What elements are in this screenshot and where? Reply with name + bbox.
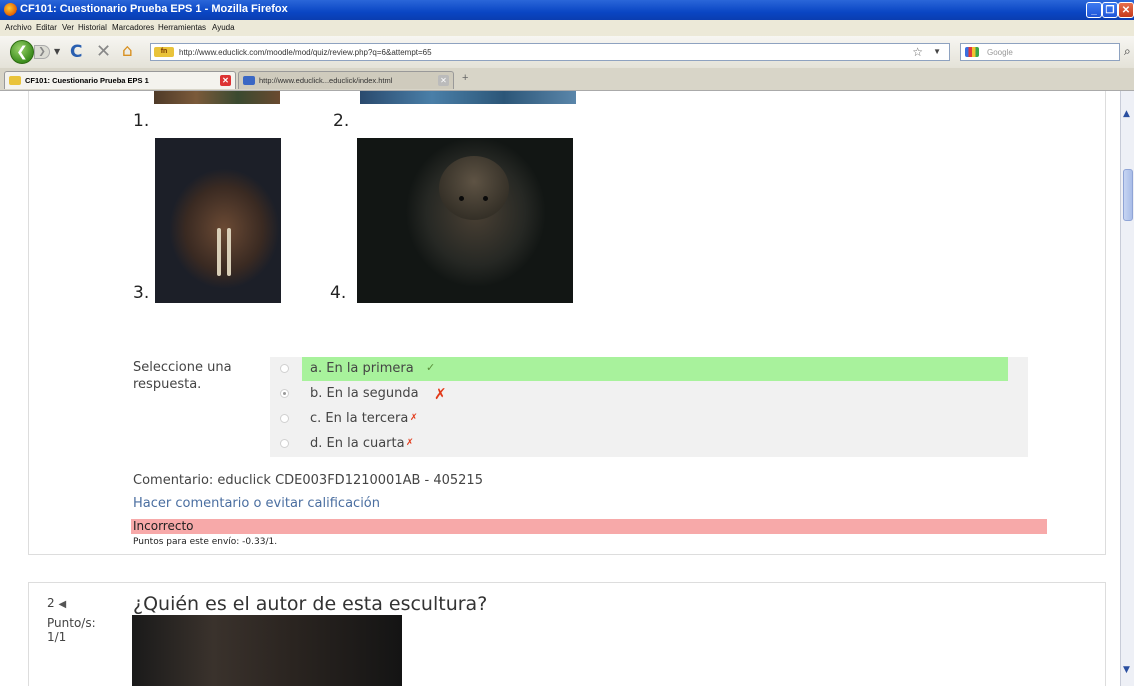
window-titlebar: CF101: Cuestionario Prueba EPS 1 - Mozil…: [0, 0, 1134, 20]
check-icon: ✓: [426, 361, 436, 374]
menu-bar: Archivo Editar Ver Historial Marcadores …: [0, 20, 1134, 36]
menu-editar[interactable]: Editar: [36, 23, 57, 32]
answer-list: a. En la primera ✓ b. En la segunda ✗ c.…: [270, 357, 1028, 457]
bookmark-star-icon[interactable]: ☆: [912, 45, 923, 59]
maximize-button[interactable]: ❐: [1102, 2, 1118, 18]
photo-2: [360, 91, 576, 104]
otter-head: [439, 156, 509, 220]
cross-icon: ✗: [410, 413, 418, 423]
question-number-value: 2: [47, 596, 55, 610]
result-text: Incorrecto: [133, 519, 194, 533]
page-content: 1. 2. 3. 4. Seleccione una respuesta. a.…: [0, 91, 1120, 686]
new-tab-icon[interactable]: +: [462, 72, 468, 84]
points-text: Puntos para este envío: -0.33/1.: [133, 537, 278, 547]
tab-favicon: [9, 76, 21, 85]
question-points: Punto/s: 1/1: [47, 616, 96, 644]
menu-historial[interactable]: Historial: [78, 23, 107, 32]
menu-ayuda[interactable]: Ayuda: [212, 23, 235, 32]
forward-button[interactable]: ❯: [34, 45, 50, 59]
answer-text: c. En la tercera: [310, 411, 409, 426]
tab-quiz[interactable]: CF101: Cuestionario Prueba EPS 1 ✕: [4, 71, 236, 89]
feedback-comment: Comentario: educlick CDE003FD1210001AB -…: [133, 473, 483, 488]
points-value: 1/1: [47, 630, 67, 644]
history-dropdown-icon[interactable]: ▼: [54, 47, 60, 56]
scroll-up-icon[interactable]: ▲: [1123, 109, 1130, 119]
reload-icon[interactable]: C: [70, 42, 82, 62]
url-dropdown-icon[interactable]: ▼: [933, 47, 941, 56]
walrus-tusk: [227, 228, 231, 276]
answer-radio[interactable]: [280, 439, 289, 448]
window-title: CF101: Cuestionario Prueba EPS 1 - Mozil…: [20, 3, 288, 15]
walrus-tusk: [217, 228, 221, 276]
image-number-2: 2.: [333, 111, 350, 131]
menu-ver[interactable]: Ver: [62, 23, 74, 32]
question-text: ¿Quién es el autor de esta escultura?: [133, 593, 488, 615]
answer-option-d[interactable]: d. En la cuarta ✗: [270, 432, 1028, 457]
tab-bar: CF101: Cuestionario Prueba EPS 1 ✕ http:…: [0, 68, 1134, 91]
back-button[interactable]: ❮: [10, 40, 34, 64]
home-icon[interactable]: ⌂: [122, 41, 133, 61]
image-number-4: 4.: [330, 283, 347, 303]
image-number-1: 1.: [133, 111, 150, 131]
answer-option-a[interactable]: a. En la primera ✓: [270, 357, 1028, 382]
tab-close-icon[interactable]: ✕: [220, 75, 231, 86]
otter-photo: [357, 138, 573, 303]
menu-marcadores[interactable]: Marcadores: [112, 23, 154, 32]
question-number: 2 ◀: [47, 596, 66, 610]
vertical-scrollbar[interactable]: ▲ ▼: [1120, 91, 1134, 686]
stop-icon[interactable]: ✕: [96, 41, 111, 62]
tab-educlick[interactable]: http://www.educlick...educlick/index.htm…: [238, 71, 454, 89]
minimize-button[interactable]: _: [1086, 2, 1102, 18]
menu-archivo[interactable]: Archivo: [5, 23, 32, 32]
answer-radio[interactable]: [280, 389, 289, 398]
site-badge: fn: [154, 47, 174, 57]
comment-override-link[interactable]: Hacer comentario o evitar calificación: [133, 496, 380, 511]
otter-eye: [459, 196, 464, 201]
google-engine-icon[interactable]: [965, 47, 979, 57]
url-bar[interactable]: fn http://www.educlick.com/moodle/mod/qu…: [150, 43, 950, 61]
image-number-3: 3.: [133, 283, 150, 303]
answer-radio[interactable]: [280, 414, 289, 423]
answer-radio[interactable]: [280, 364, 289, 373]
result-bar: Incorrecto: [131, 519, 1047, 534]
walrus-photo: [155, 138, 281, 303]
search-placeholder: Google: [987, 48, 1013, 57]
cross-icon: ✗: [434, 385, 447, 403]
tab-close-icon[interactable]: ✕: [438, 75, 449, 86]
answer-text: b. En la segunda: [310, 386, 419, 401]
tab-favicon: [243, 76, 255, 85]
select-answer-label: Seleccione una respuesta.: [133, 360, 232, 392]
points-label: Punto/s:: [47, 616, 96, 630]
answer-option-c[interactable]: c. En la tercera ✗: [270, 407, 1028, 432]
sculpture-photo: [132, 615, 402, 686]
answer-text: d. En la cuarta: [310, 436, 405, 451]
search-icon[interactable]: ⌕: [1124, 44, 1131, 59]
url-text[interactable]: http://www.educlick.com/moodle/mod/quiz/…: [179, 48, 432, 57]
navigation-toolbar: ❮ ❯ ▼ C ✕ ⌂ fn http://www.educlick.com/m…: [0, 36, 1134, 69]
search-bar[interactable]: Google: [960, 43, 1120, 61]
answer-text: a. En la primera: [310, 361, 414, 376]
cross-icon: ✗: [406, 438, 414, 448]
answer-option-b[interactable]: b. En la segunda ✗: [270, 382, 1028, 407]
flag-icon[interactable]: ◀: [58, 599, 66, 610]
menu-herramientas[interactable]: Herramientas: [158, 23, 206, 32]
scroll-down-icon[interactable]: ▼: [1123, 665, 1130, 675]
tab-label: CF101: Cuestionario Prueba EPS 1: [25, 76, 149, 85]
firefox-icon: [4, 3, 17, 16]
scroll-thumb[interactable]: [1123, 169, 1133, 221]
close-button[interactable]: ✕: [1118, 2, 1134, 18]
otter-eye: [483, 196, 488, 201]
photo-1: [154, 91, 280, 104]
tab-label: http://www.educlick...educlick/index.htm…: [259, 76, 393, 85]
